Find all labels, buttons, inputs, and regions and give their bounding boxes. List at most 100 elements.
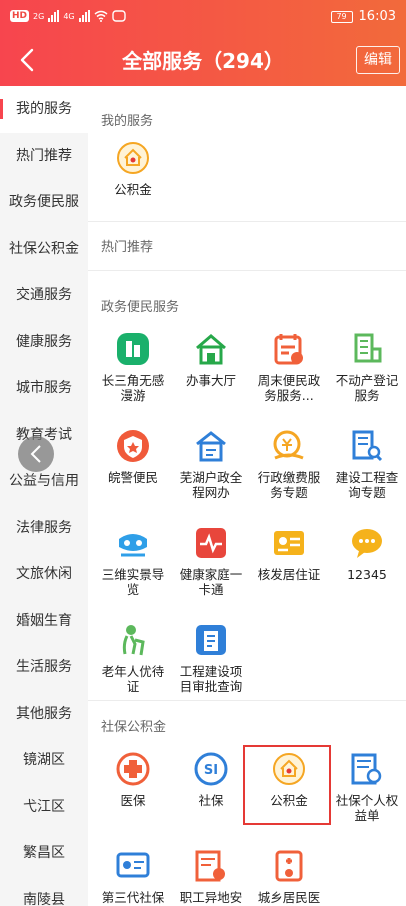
- divider: [88, 270, 406, 271]
- service-label: 皖警便民: [107, 470, 158, 485]
- service-tile[interactable]: 办事大厅: [172, 331, 250, 428]
- calendar-icon: [274, 334, 303, 365]
- service-tile[interactable]: 老年人优待 证: [94, 622, 172, 719]
- battery-icon: 79: [330, 10, 353, 23]
- service-label: 第三代社保 卡申请: [101, 890, 165, 906]
- sidebar-item[interactable]: 城市服务: [0, 365, 88, 412]
- section-title-mine: 我的服务: [101, 114, 154, 129]
- sidebar-item[interactable]: 其他服务: [0, 691, 88, 738]
- highlight-box: [243, 745, 331, 825]
- svg-text:SI: SI: [204, 763, 218, 778]
- status-bar: HD 2G 4G 79 16:03: [0, 0, 406, 36]
- message-icon: [111, 10, 126, 22]
- grid-mine: 公积金: [94, 140, 406, 237]
- grid-gov: 长三角无感 漫游 办事大厅 周末便民政 务服务... 不动产登记 服务皖警便民 芜湖户政…: [94, 331, 406, 719]
- service-label: 行政缴费服 务专题: [257, 470, 321, 500]
- sidebar-item[interactable]: 南陵县: [0, 877, 88, 906]
- rights-statement-icon: [351, 753, 382, 785]
- service-label: 城乡居民医 保登记缴费: [257, 890, 321, 906]
- resident-medical-icon: [275, 850, 303, 882]
- service-label: 老年人优待 证: [101, 664, 165, 694]
- service-tile[interactable]: 健康家庭一 卡通: [172, 525, 250, 622]
- service-tile[interactable]: 第三代社保 卡申请: [94, 848, 172, 906]
- relocation-icon: [195, 850, 225, 882]
- police-badge-icon: [117, 430, 149, 462]
- service-label: 工程建设项 目审批查询: [179, 664, 243, 694]
- hotline-icon: [352, 529, 382, 558]
- service-label: 芜湖户政全 程网办: [179, 470, 243, 500]
- sidebar-item[interactable]: 文旅休闲: [0, 551, 88, 598]
- social-security-icon: SI: [194, 752, 228, 786]
- service-label: 医保: [120, 793, 146, 808]
- divider: [88, 700, 406, 701]
- service-label: 办事大厅: [185, 373, 236, 388]
- property-icon: [354, 333, 382, 363]
- service-label: 社保个人权 益单: [335, 793, 399, 823]
- section-title-gov: 政务便民服务: [101, 300, 180, 315]
- hd-badge: HD: [10, 10, 30, 22]
- service-tile[interactable]: 长三角无感 漫游: [94, 331, 172, 428]
- network-4g: 4G: [63, 11, 75, 21]
- sidebar-item[interactable]: 弋江区: [0, 784, 88, 831]
- service-tile[interactable]: 不动产登记 服务: [328, 331, 406, 428]
- service-label: 三维实景导 览: [101, 567, 165, 597]
- sidebar-item[interactable]: 社保公积金: [0, 226, 88, 273]
- category-sidebar: 我的服务 热门推荐 政务便民服 社保公积金 交通服务 健康服务 城市服务 教育考试 公益与信用法…: [0, 86, 88, 906]
- project-approval-icon: [196, 625, 226, 655]
- sidebar-item[interactable]: 我的服务: [0, 86, 88, 133]
- service-label: 社保: [198, 793, 224, 808]
- sidebar-item[interactable]: 健康服务: [0, 319, 88, 366]
- service-label: 长三角无感 漫游: [101, 373, 165, 403]
- residence-card-icon: [274, 531, 304, 555]
- service-tile[interactable]: 社保个人权 益单: [328, 751, 406, 848]
- vr-icon: [119, 534, 147, 557]
- network-2g: 2G: [33, 11, 45, 21]
- floating-back-button[interactable]: [18, 436, 54, 472]
- service-tile[interactable]: 城乡居民医 保登记缴费: [250, 848, 328, 906]
- service-tile[interactable]: 公积金: [94, 140, 172, 237]
- edit-button[interactable]: 编辑: [356, 46, 400, 74]
- service-label: 不动产登记 服务: [335, 373, 399, 403]
- building-green-icon: [117, 333, 149, 365]
- sidebar-item[interactable]: 镜湖区: [0, 737, 88, 784]
- section-title-social: 社保公积金: [101, 720, 167, 735]
- service-tile[interactable]: 周末便民政 务服务...: [250, 331, 328, 428]
- signal-icon: [48, 10, 60, 22]
- service-tile[interactable]: 皖警便民: [94, 428, 172, 525]
- sidebar-item[interactable]: 婚姻生育: [0, 598, 88, 645]
- health-card-icon: [196, 528, 226, 558]
- service-tile[interactable]: 行政缴费服 务专题: [250, 428, 328, 525]
- house-green-icon: [196, 334, 226, 365]
- top-bar: HD 2G 4G 79 16:03 全部服务（294） 编辑: [0, 0, 406, 86]
- service-label: 核发居住证: [257, 567, 321, 582]
- elderly-icon: [122, 625, 145, 656]
- service-label: 12345: [347, 567, 387, 582]
- construction-search-icon: [352, 430, 383, 462]
- service-label: 公积金: [114, 182, 152, 197]
- service-tile[interactable]: 芜湖户政全 程网办: [172, 428, 250, 525]
- service-tile[interactable]: 12345: [328, 525, 406, 622]
- payment-icon: [273, 430, 304, 460]
- service-tile[interactable]: 三维实景导 览: [94, 525, 172, 622]
- sidebar-item[interactable]: 繁昌区: [0, 830, 88, 877]
- sidebar-item[interactable]: 热门推荐: [0, 133, 88, 180]
- service-tile[interactable]: 工程建设项 目审批查询: [172, 622, 250, 719]
- service-tile[interactable]: 医保: [94, 751, 172, 848]
- service-tile[interactable]: 职工异地安 置回基: [172, 848, 250, 906]
- service-tile[interactable]: SI 社保: [172, 751, 250, 848]
- sidebar-item[interactable]: 政务便民服: [0, 179, 88, 226]
- sidebar-item[interactable]: 交通服务: [0, 272, 88, 319]
- section-title-hot: 热门推荐: [101, 240, 154, 255]
- clock: 16:03: [358, 9, 396, 24]
- service-label: 建设工程查 询专题: [335, 470, 399, 500]
- service-label: 健康家庭一 卡通: [179, 567, 243, 597]
- sidebar-item[interactable]: 法律服务: [0, 505, 88, 552]
- sidebar-item[interactable]: 生活服务: [0, 644, 88, 691]
- service-tile[interactable]: 建设工程查 询专题: [328, 428, 406, 525]
- social-card-icon: [116, 852, 150, 878]
- service-label: 职工异地安 置回基: [179, 890, 243, 906]
- wifi-icon: [94, 10, 108, 22]
- housing-fund-icon: [117, 142, 149, 174]
- page-title: 全部服务（294）: [122, 49, 284, 73]
- service-tile[interactable]: 核发居住证: [250, 525, 328, 622]
